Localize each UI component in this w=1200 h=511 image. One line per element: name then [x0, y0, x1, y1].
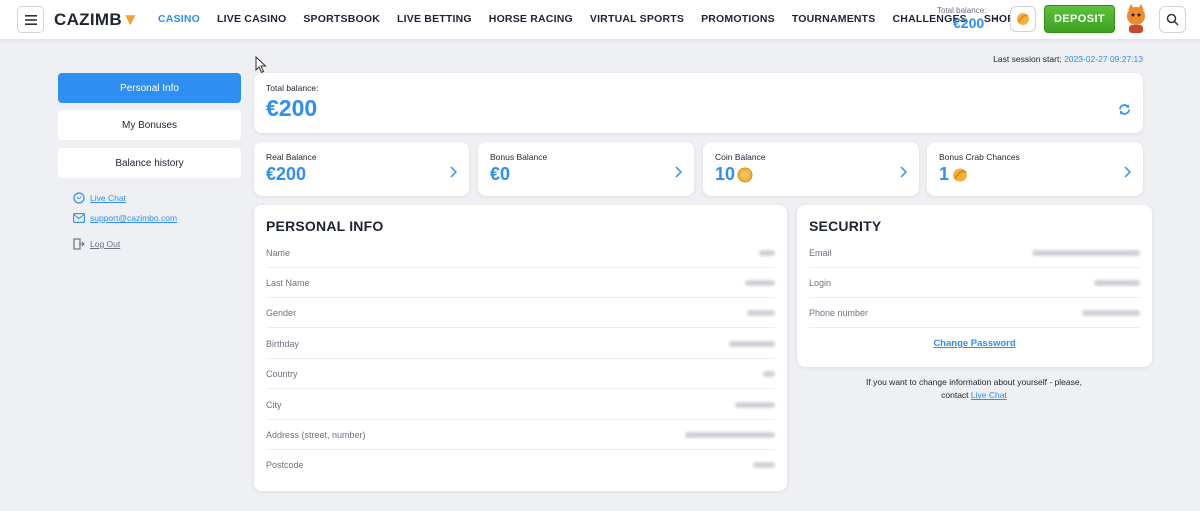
change-password-link[interactable]: Change Password [797, 338, 1152, 349]
blurred-value [759, 249, 775, 256]
search-button[interactable] [1159, 6, 1186, 33]
bonus-crab-chances-card[interactable]: Bonus Crab Chances 1 [927, 142, 1143, 196]
last-session-label: Last session start: [993, 54, 1062, 64]
security-field-login: Login [809, 268, 1140, 298]
bonus-balance-value: €0 [490, 164, 511, 184]
sidebar-item-personal-info[interactable]: Personal Info [58, 73, 241, 103]
menu-icon [24, 14, 37, 25]
mail-icon [73, 213, 85, 223]
blurred-value [1094, 279, 1140, 286]
top-header: CAZIMB▼ CASINO LIVE CASINO SPORTSBOOK LI… [0, 0, 1200, 40]
blurred-value [729, 340, 775, 347]
menu-button[interactable] [17, 6, 44, 33]
refresh-icon[interactable] [1118, 103, 1131, 116]
coin-icon [1017, 13, 1029, 25]
avatar-icon [1127, 4, 1145, 33]
personal-field-name: Name [266, 238, 775, 268]
coin-balance-value: 10 [715, 164, 753, 185]
info-note: If you want to change information about … [866, 377, 1082, 400]
nav-casino[interactable]: CASINO [158, 13, 200, 25]
logout-icon [73, 238, 85, 250]
live-chat-link[interactable]: Live Chat [73, 192, 126, 204]
last-session-timestamp: 2023-02-27 09:27:13 [1064, 54, 1143, 64]
deposit-button[interactable]: DEPOSIT [1044, 5, 1115, 33]
chevron-right-icon [1124, 166, 1131, 178]
support-email-link[interactable]: support@cazimbo.com [73, 213, 177, 223]
personal-field-city: City [266, 390, 775, 420]
personal-field-gender: Gender [266, 298, 775, 328]
real-balance-value: €200 [266, 164, 307, 184]
chat-icon [73, 192, 85, 204]
chevron-down-icon[interactable]: ⌄ [991, 12, 999, 23]
personal-field-birthday: Birthday [266, 329, 775, 359]
blurred-value [735, 401, 775, 408]
nav-live-betting[interactable]: LIVE BETTING [397, 13, 472, 25]
security-card: SECURITY Email Login Phone number Change… [797, 205, 1152, 367]
header-balance[interactable]: Total balance: €200 ⌄ [937, 6, 999, 31]
bonus-crab-chances-value: 1 [939, 164, 969, 185]
bonus-crab-chances-label: Bonus Crab Chances [939, 152, 1020, 162]
chevron-right-icon [450, 166, 457, 178]
nav-virtual-sports[interactable]: VIRTUAL SPORTS [590, 13, 684, 25]
blurred-value [747, 309, 775, 316]
personal-info-card: PERSONAL INFO Name Last Name Gender Birt… [254, 205, 787, 491]
coin-icon [737, 167, 753, 182]
blurred-value [1032, 249, 1140, 256]
total-balance-label: Total balance: [266, 83, 319, 93]
main-nav: CASINO LIVE CASINO SPORTSBOOK LIVE BETTI… [158, 13, 1014, 25]
header-balance-value: €200 [953, 15, 985, 31]
personal-field-postcode: Postcode [266, 450, 775, 480]
blurred-value [753, 462, 775, 468]
mouse-cursor-icon [255, 56, 267, 74]
coin-balance-card[interactable]: Coin Balance 10 [703, 142, 919, 196]
personal-field-address: Address (street, number) [266, 420, 775, 450]
real-balance-card[interactable]: Real Balance €200 [254, 142, 469, 196]
nav-horse-racing[interactable]: HORSE RACING [489, 13, 573, 25]
logout-link[interactable]: Log Out [73, 238, 120, 250]
nav-tournaments[interactable]: TOURNAMENTS [792, 13, 876, 25]
sidebar-item-my-bonuses[interactable]: My Bonuses [58, 110, 241, 140]
security-title: SECURITY [809, 218, 882, 234]
chevron-right-icon [900, 166, 907, 178]
last-session: Last session start: 2023-02-27 09:27:13 [993, 54, 1143, 64]
nav-live-casino[interactable]: LIVE CASINO [217, 13, 286, 25]
personal-info-title: PERSONAL INFO [266, 218, 384, 234]
blurred-value [1082, 309, 1140, 316]
cat-logo-icon: ▼ [121, 10, 140, 29]
info-live-chat-link[interactable]: Live Chat [971, 390, 1007, 400]
personal-field-last-name: Last Name [266, 268, 775, 298]
coin-balance-label: Coin Balance [715, 152, 766, 162]
bonus-balance-label: Bonus Balance [490, 152, 548, 162]
header-balance-label: Total balance: [937, 6, 987, 15]
security-field-phone: Phone number [809, 298, 1140, 328]
blurred-value [763, 370, 775, 377]
total-balance-card: Total balance: €200 [254, 73, 1143, 133]
security-field-email: Email [809, 238, 1140, 268]
nav-sportsbook[interactable]: SPORTSBOOK [303, 13, 380, 25]
logout-label: Log Out [90, 239, 121, 249]
real-balance-label: Real Balance [266, 152, 317, 162]
sidebar-item-balance-history[interactable]: Balance history [58, 148, 241, 178]
chevron-right-icon [675, 166, 682, 178]
support-email-label: support@cazimbo.com [90, 213, 178, 223]
avatar[interactable] [1123, 4, 1149, 34]
coin-shop-button[interactable] [1010, 6, 1036, 32]
bonus-balance-card[interactable]: Bonus Balance €0 [478, 142, 694, 196]
live-chat-label: Live Chat [90, 193, 126, 203]
blurred-value [685, 431, 775, 438]
crab-chance-icon [953, 168, 968, 181]
logo[interactable]: CAZIMB▼ [54, 10, 139, 30]
search-icon [1166, 13, 1179, 26]
total-balance-value: €200 [266, 95, 318, 121]
personal-field-country: Country [266, 359, 775, 389]
nav-promotions[interactable]: PROMOTIONS [701, 13, 775, 25]
blurred-value [745, 279, 775, 286]
